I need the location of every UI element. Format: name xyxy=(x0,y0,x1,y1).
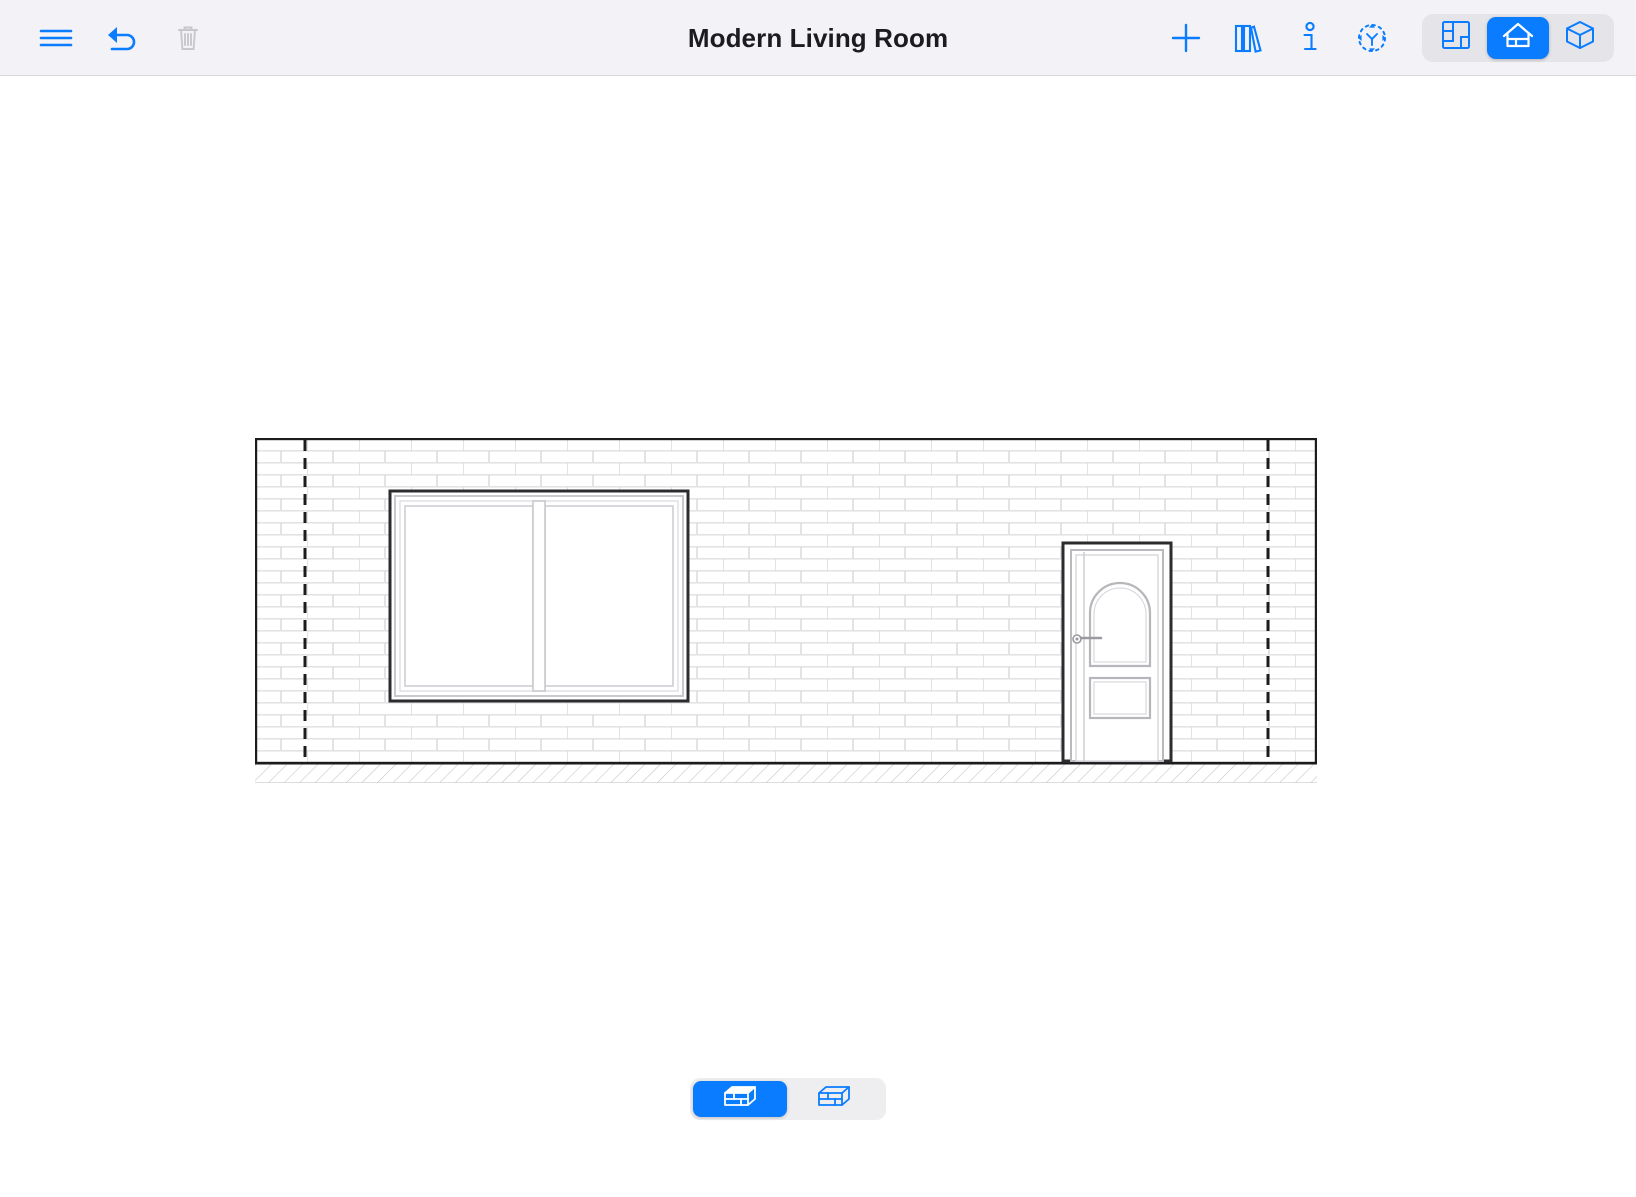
brick-wall-solid-icon xyxy=(722,1083,758,1116)
wall-filled-mode-button[interactable] xyxy=(693,1081,787,1117)
door-arched-panel xyxy=(1061,541,1173,763)
trash-icon xyxy=(175,23,201,53)
floorplan-view-button[interactable] xyxy=(1425,17,1487,59)
elevation-svg xyxy=(254,437,1318,784)
elevation-view-button[interactable] xyxy=(1487,16,1549,59)
delete-button[interactable] xyxy=(162,12,214,64)
toolbar-right-group xyxy=(1160,12,1636,64)
toolbar-left-group xyxy=(0,12,214,64)
undo-button[interactable] xyxy=(96,12,148,64)
plus-icon xyxy=(1169,21,1203,55)
add-button[interactable] xyxy=(1160,12,1212,64)
elevation-canvas[interactable] xyxy=(0,76,1636,1197)
floorplan-icon xyxy=(1440,19,1472,56)
undo-arrow-icon xyxy=(105,23,139,53)
top-toolbar: Modern Living Room xyxy=(0,0,1636,76)
window-double-casement xyxy=(388,489,690,703)
floor-hatch-band xyxy=(255,762,1317,784)
wall-outline-mode-button[interactable] xyxy=(787,1081,881,1117)
info-serif-icon xyxy=(1297,20,1323,56)
info-button[interactable] xyxy=(1284,12,1336,64)
ar-cube-dotted-icon xyxy=(1355,21,1389,55)
hamburger-menu-icon xyxy=(39,26,73,50)
view-mode-segmented-control[interactable] xyxy=(1422,13,1614,62)
books-library-icon xyxy=(1233,21,1263,55)
ar-view-button[interactable] xyxy=(1346,12,1398,64)
wall-elevation-drawing[interactable] xyxy=(254,437,1318,784)
library-button[interactable] xyxy=(1222,12,1274,64)
3d-view-button[interactable] xyxy=(1549,17,1611,59)
wall-style-segmented-control[interactable] xyxy=(690,1078,886,1120)
brick-wall-outline-icon xyxy=(816,1083,852,1116)
cube-3d-icon xyxy=(1564,19,1596,56)
menu-button[interactable] xyxy=(30,12,82,64)
house-elevation-icon xyxy=(1501,19,1535,56)
